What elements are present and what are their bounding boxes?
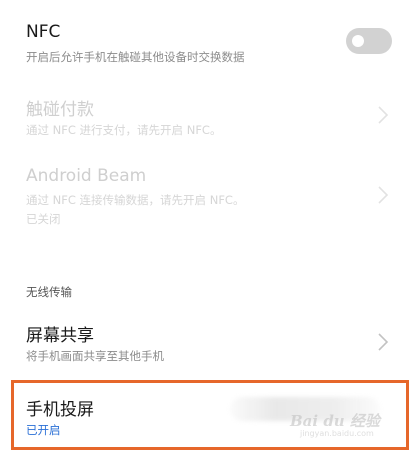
baidu-watermark: Bai du 经验 jingyan.baidu.com [280, 402, 400, 442]
touch-pay-subtitle: 通过 NFC 进行支付，请先开启 NFC。 [26, 123, 222, 137]
screen-share-subtitle: 将手机画面共享至其他手机 [26, 349, 164, 363]
chevron-right-icon [374, 104, 392, 126]
android-beam-title: Android Beam [26, 166, 147, 186]
watermark-logo-text: Bai du 经验 [290, 412, 380, 430]
screen-share-title: 屏幕共享 [26, 326, 94, 346]
android-beam-row[interactable]: Android Beam 通过 NFC 连接传输数据，请先开启 NFC。 已关闭 [0, 156, 420, 248]
android-beam-status: 已关闭 [26, 212, 61, 226]
touch-pay-title: 触碰付款 [26, 100, 94, 120]
watermark-url: jingyan.baidu.com [300, 429, 374, 438]
chevron-right-icon [374, 184, 392, 206]
screen-share-row[interactable]: 屏幕共享 将手机画面共享至其他手机 [0, 310, 420, 378]
settings-screen: NFC 开启后允许手机在触碰其他设备时交换数据 触碰付款 通过 NFC 进行支付… [0, 0, 420, 457]
nfc-title: NFC [26, 22, 61, 42]
nfc-row[interactable]: NFC 开启后允许手机在触碰其他设备时交换数据 [0, 0, 420, 80]
toggle-knob [352, 35, 364, 47]
screen-cast-status: 已开启 [26, 423, 61, 437]
nfc-toggle[interactable] [346, 28, 392, 54]
android-beam-subtitle: 通过 NFC 连接传输数据，请先开启 NFC。 [26, 193, 245, 207]
section-label-wireless: 无线传输 [26, 285, 72, 299]
nfc-subtitle: 开启后允许手机在触碰其他设备时交换数据 [26, 50, 245, 64]
touch-pay-row[interactable]: 触碰付款 通过 NFC 进行支付，请先开启 NFC。 [0, 80, 420, 156]
chevron-right-icon [374, 331, 392, 353]
screen-cast-title: 手机投屏 [26, 400, 94, 420]
